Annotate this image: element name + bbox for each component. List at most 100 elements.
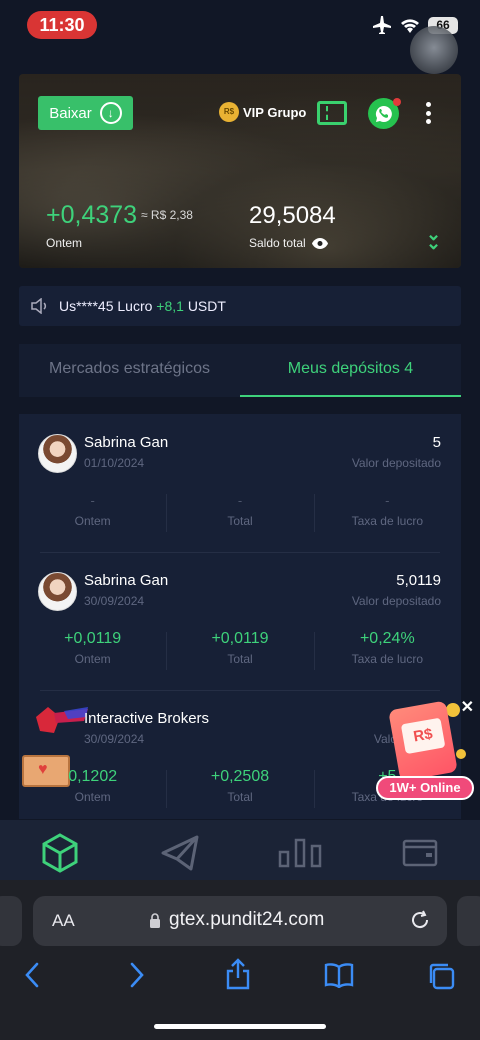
promo-badge: 1W+ Online (376, 776, 474, 800)
promo-widget[interactable]: R$ 1W+ Online ✕ (372, 697, 478, 805)
stat-yesterday: +0,0119 Ontem (19, 628, 166, 672)
whatsapp-icon[interactable] (368, 98, 401, 129)
deposit-date: 30/09/2024 (84, 594, 145, 608)
deposit-date: 01/10/2024 (84, 456, 145, 470)
deposit-amount-label: Valor depositado (351, 594, 441, 608)
send-icon (161, 835, 199, 871)
download-label: Baixar (49, 104, 92, 122)
forward-icon[interactable] (129, 962, 145, 988)
address-bar[interactable]: AA gtex.pundit24.com (33, 896, 447, 946)
browser-tools (0, 958, 480, 994)
deposit-tabs: Mercados estratégicos Meus depósitos 4 (19, 344, 461, 397)
close-icon[interactable]: ✕ (461, 697, 474, 717)
stat-value: +0,2508 (210, 768, 270, 785)
notice-user: Us****45 Lucro (59, 298, 153, 314)
deposit-stats: +0,0119 Ontem +0,0119 Total +0,24% Taxa de … (19, 628, 461, 672)
bookmarks-icon[interactable] (324, 962, 354, 988)
nav-home[interactable] (0, 820, 120, 886)
nav-telegram[interactable] (120, 820, 240, 886)
cube-icon (42, 833, 78, 873)
deposit-name: Interactive Brokers (84, 710, 210, 727)
bottom-nav (0, 820, 480, 886)
stat-total: - Total (166, 490, 313, 534)
tab-strategic-markets[interactable]: Mercados estratégicos (19, 344, 240, 397)
stat-total: +0,0119 Total (166, 628, 313, 672)
coin-icon (456, 749, 466, 759)
deposit-amount: 5 (432, 434, 441, 451)
wifi-icon (401, 19, 419, 33)
stat-value: 0,1202 (68, 768, 118, 785)
download-button[interactable]: Baixar ↓ (38, 96, 133, 130)
assistive-touch-button[interactable] (410, 26, 458, 74)
expand-chevron-icon[interactable]: ⌄ ⌄ (426, 225, 441, 252)
avatar (38, 572, 77, 611)
stat-value: - (90, 493, 95, 508)
stat-value: +0,0119 (211, 630, 269, 647)
reader-options-button[interactable]: AA (52, 911, 75, 931)
notice-amount: +8,1 (156, 298, 184, 314)
share-icon[interactable] (226, 958, 250, 990)
profit-notice-bar: Us****45 Lucro +8,1 USDT (19, 286, 461, 326)
status-time: 11:30 (27, 11, 97, 39)
deposit-stats: - Ontem - Total - Taxa de lucro (19, 490, 461, 534)
yesterday-profit: +0,4373 (46, 201, 138, 229)
promo-card-label: R$ (400, 717, 446, 755)
url-text: gtex.pundit24.com (169, 909, 325, 930)
promo-card: R$ (388, 700, 458, 782)
list-item[interactable]: Sabrina Gan 01/10/2024 5 Valor depositad… (19, 414, 461, 552)
nav-wallet[interactable] (360, 820, 480, 886)
tabs-icon[interactable] (427, 962, 455, 990)
stat-value: +0,0119 (64, 630, 122, 647)
download-icon: ↓ (99, 102, 122, 124)
stat-total: +0,2508 Total (166, 766, 313, 810)
profit-brl: ≈ R$ 2,38 (141, 208, 193, 222)
stat-label: Ontem (74, 652, 111, 666)
browser-toolbar: AA gtex.pundit24.com (0, 880, 480, 1040)
stat-value: - (237, 493, 243, 508)
airplane-icon (373, 16, 391, 34)
notice-currency: USDT (187, 298, 226, 314)
yesterday-label: Ontem (46, 236, 83, 250)
home-indicator (154, 1024, 326, 1029)
eye-icon[interactable] (311, 237, 328, 249)
tab-my-deposits[interactable]: Meus depósitos 4 (240, 344, 461, 397)
stat-profit-rate: - Taxa de lucro (313, 490, 461, 534)
stat-value: +0,24% (359, 630, 415, 647)
stat-label: Total (227, 652, 253, 666)
stat-profit-rate: +0,24% Taxa de lucro (313, 628, 461, 672)
deposit-amount: 5,0119 (396, 572, 441, 589)
stat-label: Ontem (74, 790, 111, 804)
stat-label: Taxa de lucro (351, 514, 423, 528)
list-item[interactable]: Sabrina Gan 30/09/2024 5,0119 Valor depo… (19, 552, 461, 690)
deposit-date: 30/09/2024 (84, 732, 145, 746)
balance-label-row: Saldo total (249, 236, 328, 250)
reload-icon[interactable] (409, 909, 431, 931)
back-icon[interactable] (24, 962, 40, 988)
deposit-name: Sabrina Gan (84, 434, 169, 451)
url-display[interactable]: gtex.pundit24.com (149, 909, 324, 931)
stat-label: Total (227, 790, 253, 804)
stat-yesterday: 0,1202 Ontem (19, 766, 166, 810)
stat-label: Total (227, 514, 253, 528)
deposit-amount-label: Valor depositado (351, 456, 441, 470)
stat-label: Ontem (74, 514, 111, 528)
more-options-icon[interactable] (425, 102, 431, 124)
notification-dot (393, 98, 401, 106)
total-balance: 29,5084 (249, 202, 336, 229)
ticket-icon[interactable] (317, 101, 347, 125)
speaker-icon (31, 298, 47, 314)
status-bar: 11:30 66 (0, 0, 480, 56)
bar-chart-icon (278, 838, 322, 868)
nav-markets[interactable] (240, 820, 360, 886)
vip-group-label: VIP Grupo (243, 104, 307, 120)
vip-group-button[interactable]: R$ VIP Grupo (219, 102, 306, 122)
coin-icon (446, 703, 460, 717)
stat-value: - (385, 493, 390, 508)
next-tab[interactable] (457, 896, 480, 946)
deposit-name: Sabrina Gan (84, 572, 169, 589)
interactive-brokers-logo-icon (36, 707, 88, 733)
lock-icon (150, 912, 160, 928)
previous-tab[interactable] (0, 896, 22, 946)
coin-icon: R$ (219, 102, 239, 122)
stat-label: Taxa de lucro (351, 652, 423, 666)
